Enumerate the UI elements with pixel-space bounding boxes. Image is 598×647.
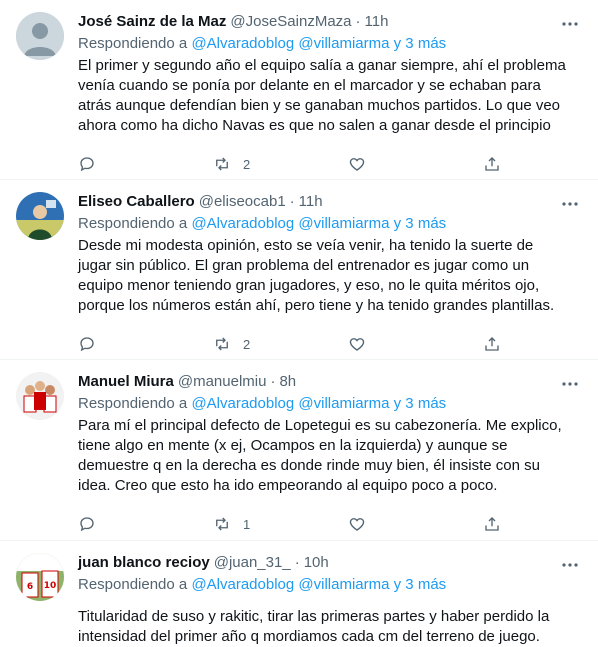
display-name[interactable]: juan blanco recioy <box>78 553 210 573</box>
reply-button[interactable] <box>78 155 138 173</box>
share-icon <box>485 337 499 351</box>
mention-links[interactable]: @Alvaradoblog @villamiarma <box>191 395 389 412</box>
reply-feed: José Sainz de la Maz @JoseSainzMaza · 11… <box>0 0 598 645</box>
share-button[interactable] <box>483 515 503 533</box>
reply-button[interactable] <box>78 335 138 353</box>
retweet-count: 2 <box>243 336 251 352</box>
like-button[interactable] <box>348 155 408 173</box>
avatar[interactable]: 6 10 <box>16 553 64 601</box>
team-avatar-icon <box>16 372 64 420</box>
user-handle[interactable]: @juan_31_ <box>214 553 291 573</box>
more-mentions-link[interactable]: y 3 más <box>394 35 447 52</box>
photo-avatar-icon <box>16 192 64 240</box>
separator-dot: · <box>289 193 295 210</box>
timestamp[interactable]: 8h <box>279 372 296 392</box>
retweet-button[interactable]: 2 <box>213 335 273 353</box>
more-options-button[interactable] <box>560 14 580 34</box>
retweet-icon <box>216 517 228 531</box>
tweet[interactable]: José Sainz de la Maz @JoseSainzMaza · 11… <box>0 0 598 180</box>
tweet[interactable]: Manuel Miura @manuelmiu · 8h Respondiend… <box>0 360 598 541</box>
display-name[interactable]: José Sainz de la Maz <box>78 12 226 32</box>
user-handle[interactable]: @manuelmiu <box>178 372 267 392</box>
more-mentions-link[interactable]: y 3 más <box>394 215 447 232</box>
separator-dot: · <box>270 373 276 390</box>
display-name[interactable]: Eliseo Caballero <box>78 192 195 212</box>
more-options-button[interactable] <box>560 374 580 394</box>
svg-text:10: 10 <box>44 581 57 591</box>
replying-to: Respondiendo a @Alvaradoblog @villamiarm… <box>78 575 582 595</box>
mention-links[interactable]: @Alvaradoblog @villamiarma <box>191 215 389 232</box>
action-bar: 2 <box>78 328 503 360</box>
more-icon <box>562 563 578 567</box>
action-bar: 2 <box>78 148 503 180</box>
retweet-button[interactable]: 2 <box>213 155 273 173</box>
player-avatar-icon: 6 10 <box>16 553 64 601</box>
user-handle[interactable]: @eliseocab1 <box>199 192 286 212</box>
replying-to: Respondiendo a @Alvaradoblog @villamiarm… <box>78 394 582 414</box>
timestamp[interactable]: 11h <box>365 12 389 32</box>
heart-icon <box>349 518 365 531</box>
replying-prefix: Respondiendo a <box>78 395 188 412</box>
heart-icon <box>349 158 365 171</box>
share-button[interactable] <box>483 155 503 173</box>
heart-icon <box>349 338 365 351</box>
avatar[interactable] <box>16 372 64 420</box>
avatar[interactable] <box>16 12 64 60</box>
separator-dot: · <box>355 13 361 30</box>
reply-icon <box>80 337 94 352</box>
more-mentions-link[interactable]: y 3 más <box>394 395 447 412</box>
timestamp[interactable]: 11h <box>299 192 323 212</box>
retweet-icon <box>216 337 228 351</box>
retweet-button[interactable]: 1 <box>213 515 273 533</box>
svg-text:6: 6 <box>27 582 33 592</box>
retweet-icon <box>216 157 228 171</box>
reply-button[interactable] <box>78 515 138 533</box>
more-options-button[interactable] <box>560 555 580 575</box>
tweet-text: Para mí el principal defecto de Lopetegu… <box>78 417 562 494</box>
default-avatar-icon <box>16 12 64 60</box>
retweet-count: 1 <box>243 516 251 532</box>
replying-prefix: Respondiendo a <box>78 215 188 232</box>
tweet-text: El primer y segundo año el equipo salía … <box>78 57 566 134</box>
like-button[interactable] <box>348 335 408 353</box>
more-icon <box>562 22 578 26</box>
tweet[interactable]: Eliseo Caballero @eliseocab1 · 11h Respo… <box>0 180 598 360</box>
tweet-header: juan blanco recioy @juan_31_ · 10h <box>78 553 582 573</box>
more-options-button[interactable] <box>560 194 580 214</box>
like-button[interactable] <box>348 515 408 533</box>
tweet[interactable]: 6 10 juan blanco recioy @juan_31_ · 10h … <box>0 541 598 645</box>
replying-to: Respondiendo a @Alvaradoblog @villamiarm… <box>78 214 582 234</box>
user-handle[interactable]: @JoseSainzMaza <box>230 12 351 32</box>
tweet-text: Titularidad de suso y rakitic, tirar las… <box>78 608 550 645</box>
replying-prefix: Respondiendo a <box>78 35 188 52</box>
more-mentions-link[interactable]: y 3 más <box>394 576 447 593</box>
tweet-header: Manuel Miura @manuelmiu · 8h <box>78 372 582 392</box>
share-icon <box>485 517 499 531</box>
timestamp[interactable]: 10h <box>304 553 329 573</box>
tweet-header: José Sainz de la Maz @JoseSainzMaza · 11… <box>78 12 582 32</box>
mention-links[interactable]: @Alvaradoblog @villamiarma <box>191 35 389 52</box>
retweet-count: 2 <box>243 156 251 172</box>
more-icon <box>562 382 578 386</box>
tweet-header: Eliseo Caballero @eliseocab1 · 11h <box>78 192 582 212</box>
more-icon <box>562 202 578 206</box>
display-name[interactable]: Manuel Miura <box>78 372 174 392</box>
share-icon <box>485 157 499 171</box>
replying-to: Respondiendo a @Alvaradoblog @villamiarm… <box>78 34 582 54</box>
share-button[interactable] <box>483 335 503 353</box>
mention-links[interactable]: @Alvaradoblog @villamiarma <box>191 576 389 593</box>
avatar[interactable] <box>16 192 64 240</box>
reply-icon <box>80 157 94 172</box>
replying-prefix: Respondiendo a <box>78 576 188 593</box>
separator-dot: · <box>294 554 300 571</box>
action-bar: 1 <box>78 508 503 540</box>
reply-icon <box>80 517 94 532</box>
tweet-text: Desde mi modesta opinión, esto se veía v… <box>78 237 555 314</box>
